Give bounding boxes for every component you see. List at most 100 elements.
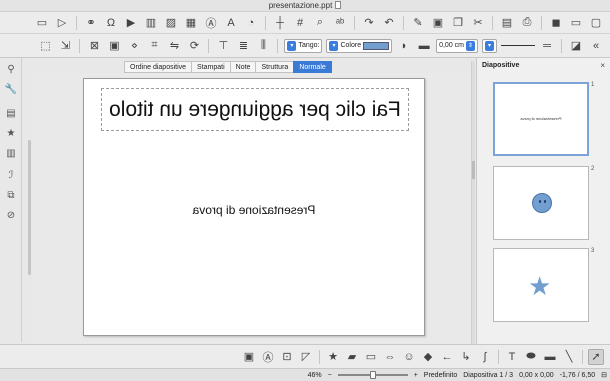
zoom-icon[interactable]: ◔ [243, 15, 259, 31]
area-icon[interactable]: ◗ [396, 38, 412, 54]
properties-icon[interactable]: 🔧 [4, 82, 18, 96]
undo-icon[interactable]: ↶ [381, 15, 397, 31]
block-arrows-icon[interactable]: ⇔ [382, 349, 398, 365]
transformations-icon[interactable]: ⇲ [57, 38, 73, 54]
slide-thumbnail[interactable]: Presentazione di prova [493, 82, 589, 156]
line-icon[interactable]: ╲ [561, 349, 577, 365]
tab-struttura[interactable]: Struttura [255, 61, 294, 73]
copy-icon[interactable]: ❐ [450, 15, 466, 31]
zoom-out-icon[interactable]: ⊟ [601, 371, 607, 379]
line-style-icon[interactable]: ═ [539, 38, 555, 54]
group-icon[interactable]: ▣ [106, 38, 122, 54]
fontwork-gallery-icon[interactable]: Ⓐ [260, 349, 276, 365]
align-icon[interactable]: ⫼ [255, 38, 271, 54]
glue-points-icon[interactable]: ⊡ [279, 349, 295, 365]
title-placeholder-box[interactable]: Fai clic per aggiungere un titolo [101, 88, 409, 131]
clone-icon[interactable]: ✎ [410, 15, 426, 31]
slide-canvas[interactable]: Fai clic per aggiungere un titolo Presen… [83, 78, 425, 336]
navigator-icon[interactable]: ⊘ [4, 208, 18, 222]
crop-icon[interactable]: ⌗ [146, 38, 162, 54]
line-style-sample [501, 45, 535, 46]
save-icon[interactable]: ◼ [548, 15, 564, 31]
shadow-icon[interactable]: ◪ [568, 38, 584, 54]
spelling-icon[interactable]: ᵃᵇ [332, 15, 348, 31]
ungroup-icon[interactable]: ⊠ [86, 38, 102, 54]
table-icon[interactable]: ▦ [183, 15, 199, 31]
window-title: presentazione.ppt [268, 1, 333, 10]
animation-icon[interactable]: ★ [4, 126, 18, 140]
shadow-toggle-icon[interactable]: ▣ [241, 349, 257, 365]
subtitle-text[interactable]: Presentazione di prova [84, 203, 424, 217]
tab-ordine-diapositive[interactable]: Ordine diapositive [124, 61, 192, 73]
curve-icon[interactable]: ∫ [477, 349, 493, 365]
connector-icon[interactable]: ↳ [458, 349, 474, 365]
tab-note[interactable]: Note [229, 61, 256, 73]
points-icon[interactable]: ⋄ [126, 38, 142, 54]
zoom-minus-icon[interactable]: − [328, 372, 332, 379]
symbol-shapes-icon[interactable]: ☺ [401, 349, 417, 365]
display-grid-icon[interactable]: # [292, 15, 308, 31]
slide-icon[interactable]: ▭ [34, 15, 50, 31]
paste-icon[interactable]: ▣ [430, 15, 446, 31]
left-scrollbar[interactable] [28, 140, 31, 275]
fontwork-icon[interactable]: Ⓐ [203, 15, 219, 31]
line-color-icon[interactable]: ▬ [416, 38, 432, 54]
new-icon[interactable]: ▢ [588, 15, 604, 31]
rectangle-icon[interactable]: ▬ [542, 349, 558, 365]
zoom-value[interactable]: 46% [308, 372, 322, 379]
slide-editor: Fai clic per aggiungere un titolo Presen… [32, 73, 470, 344]
select-arrow-icon[interactable]: ➚ [588, 348, 604, 365]
helplines-icon[interactable]: ┼ [272, 15, 288, 31]
special-char-icon[interactable]: Ω [103, 15, 119, 31]
distribute-icon[interactable]: ⊤ [215, 38, 231, 54]
text-icon[interactable]: A [223, 15, 239, 31]
chart-icon[interactable]: ▥ [143, 15, 159, 31]
slide-transition-icon[interactable]: ▥ [4, 146, 18, 160]
fill-color-swatch [363, 41, 390, 50]
media-icon[interactable]: ▶ [123, 15, 139, 31]
line-arrow-icon[interactable]: ← [439, 349, 455, 365]
rotate-icon[interactable]: ⟳ [186, 38, 202, 54]
slide-thumbnail[interactable]: ★ [493, 248, 589, 322]
area-style-select[interactable]: ▾ Colore [326, 38, 393, 53]
arrange-icon[interactable]: ≣ [235, 38, 251, 54]
chevron-down-icon: ▾ [329, 40, 339, 51]
hyperlink-icon[interactable]: ⚭ [83, 15, 99, 31]
find-icon[interactable]: ⌕ [312, 15, 328, 31]
zoom-in-icon[interactable]: + [414, 372, 418, 379]
line-width-field[interactable]: 0,00 cm ⇕ [436, 38, 478, 53]
editor-scrollbar[interactable] [471, 61, 475, 344]
flip-icon[interactable]: ⇋ [166, 38, 182, 54]
more-options-icon[interactable]: » [588, 38, 604, 54]
ellipse-icon[interactable]: ⬬ [523, 349, 539, 365]
stars-icon[interactable]: ★ [325, 349, 341, 365]
points-edit-icon[interactable]: ◸ [298, 349, 314, 365]
toggle-extrusion-icon[interactable]: ⬚ [37, 38, 53, 54]
export-pdf-icon[interactable]: ⎙ [519, 15, 535, 31]
basic-shapes-icon[interactable]: ◆ [420, 349, 436, 365]
start-slideshow-icon[interactable]: ▷ [54, 15, 70, 31]
print-icon[interactable]: ▤ [499, 15, 515, 31]
star-icon: ★ [528, 271, 552, 301]
slide-thumbnail[interactable] [493, 166, 589, 240]
area-fill-select[interactable]: ▾ Tango: [284, 38, 323, 53]
text-box-icon[interactable]: T [504, 349, 520, 365]
master-slides-icon[interactable]: ▤ [4, 106, 18, 120]
tab-stampati[interactable]: Stampati [191, 61, 230, 73]
zoom-slider-knob[interactable] [369, 371, 376, 379]
cut-icon[interactable]: ✂ [470, 15, 486, 31]
flowchart-icon[interactable]: ▭ [363, 349, 379, 365]
styles-icon[interactable]: ℐ [4, 168, 18, 182]
tab-normale[interactable]: Normale [293, 61, 332, 73]
close-icon[interactable]: × [600, 61, 605, 70]
line-style-select[interactable]: ▾ [482, 38, 497, 53]
gallery-icon[interactable]: ⧉ [4, 188, 18, 202]
zoom-slider[interactable] [337, 371, 408, 379]
sidebar-menu-icon[interactable]: ⚲ [4, 62, 18, 76]
image-icon[interactable]: ▨ [163, 15, 179, 31]
slides-panel-header: Diapositive × [477, 58, 610, 72]
scrollbar-handle[interactable] [472, 161, 475, 179]
redo-icon[interactable]: ↷ [361, 15, 377, 31]
callouts-icon[interactable]: ▰ [344, 349, 360, 365]
open-icon[interactable]: ▭ [568, 15, 584, 31]
